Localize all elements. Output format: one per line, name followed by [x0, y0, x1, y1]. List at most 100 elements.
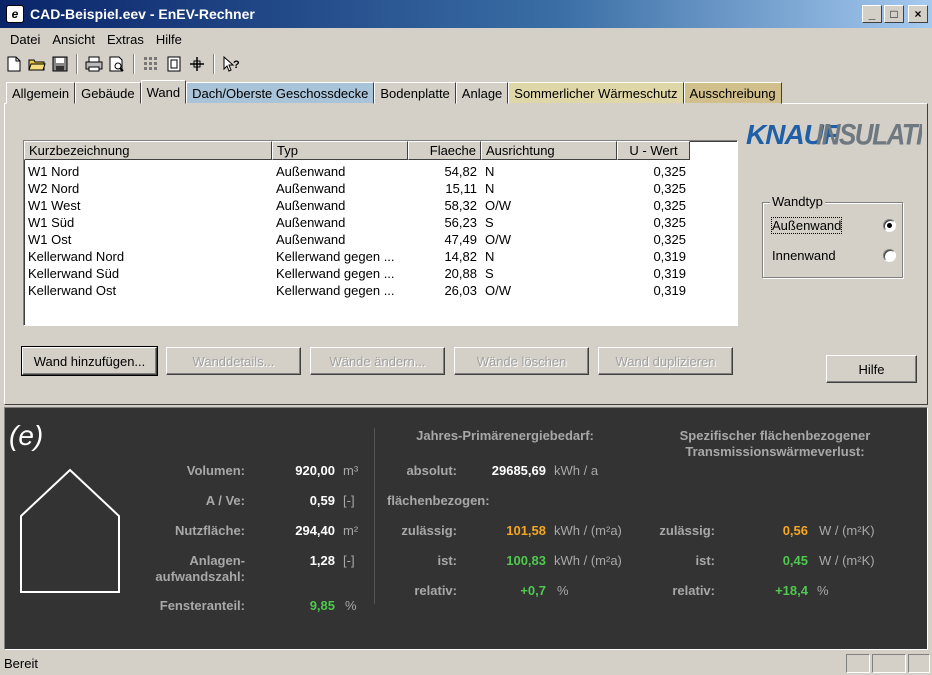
wandtyp-legend: Wandtyp — [770, 194, 825, 209]
column-kurzbezeichnung[interactable]: Kurzbezeichnung — [24, 141, 272, 160]
trans-zulaessig-unit: W / (m²K) — [819, 523, 875, 538]
app-icon[interactable]: e — [6, 5, 24, 23]
change-walls-button[interactable]: Wände ändern... — [310, 347, 445, 375]
cell-type: Außenwand — [276, 198, 346, 213]
radio-button-unchecked[interactable] — [883, 248, 896, 262]
trans-zulaessig-value: 0,56 — [782, 523, 808, 538]
tab-ausschreibung[interactable]: Ausschreibung — [683, 82, 782, 104]
list-body: W1 Nord Außenwand 54,82 N 0,325 W2 Nord … — [24, 160, 737, 299]
cell-type: Außenwand — [276, 232, 346, 247]
table-row[interactable]: W1 West Außenwand 58,32 O/W 0,325 — [24, 197, 737, 214]
cell-area: 14,82 — [444, 249, 477, 264]
fensteranteil-unit: % — [345, 598, 357, 613]
cell-name: W1 Süd — [28, 215, 75, 230]
frame-icon[interactable] — [164, 54, 184, 74]
table-row[interactable]: W1 Süd Außenwand 56,23 S 0,325 — [24, 214, 737, 231]
volumen-unit: m³ — [343, 463, 359, 478]
radio-button-checked[interactable] — [883, 218, 896, 232]
cell-name: W1 Nord — [28, 164, 80, 179]
primaer-ist-value: 100,83 — [506, 553, 546, 568]
print-preview-icon[interactable] — [107, 54, 127, 74]
duplicate-wall-button[interactable]: Wand duplizieren — [598, 347, 733, 375]
resize-grip[interactable] — [908, 654, 930, 673]
cell-name: W2 Nord — [28, 181, 80, 196]
column-typ[interactable]: Typ — [272, 141, 408, 160]
radio-aussenwand[interactable]: Außenwand — [770, 216, 896, 234]
trans-relativ-value: +18,4 — [775, 583, 808, 598]
menu-hilfe[interactable]: Hilfe — [150, 32, 188, 47]
cell-name: Kellerwand Ost — [28, 283, 117, 298]
transmission-heading: Spezifischer flächenbezogener Transmissi… — [679, 428, 871, 459]
volumen-value: 920,00 — [295, 463, 335, 478]
column-ausrichtung[interactable]: Ausrichtung — [481, 141, 617, 160]
radio-innenwand[interactable]: Innenwand — [772, 246, 896, 264]
tab-sommerlicher-waermeschutz[interactable]: Sommerlicher Wärmeschutz — [508, 82, 684, 104]
nutzflaeche-value: 294,40 — [295, 523, 335, 538]
window-title: CAD-Beispiel.eev - EnEV-Rechner — [30, 6, 255, 22]
menu-datei[interactable]: Datei — [4, 32, 46, 47]
table-row[interactable]: W2 Nord Außenwand 15,11 N 0,325 — [24, 180, 737, 197]
wall-details-button[interactable]: Wanddetails... — [166, 347, 301, 375]
cell-type: Kellerwand gegen ... — [276, 249, 395, 264]
tab-allgemein[interactable]: Allgemein — [6, 82, 76, 104]
wall-list[interactable]: Kurzbezeichnung Typ Flaeche Ausrichtung … — [23, 140, 738, 326]
cell-name: Kellerwand Nord — [28, 249, 125, 264]
primaer-ist-label: ist: — [437, 553, 458, 568]
trans-ist-unit: W / (m²K) — [819, 553, 875, 568]
table-row[interactable]: Kellerwand Nord Kellerwand gegen ... 14,… — [24, 248, 737, 265]
primaer-zulaessig-value: 101,58 — [506, 523, 546, 538]
cell-area: 54,82 — [444, 164, 477, 179]
grid-icon[interactable] — [141, 54, 161, 74]
column-flaeche[interactable]: Flaeche — [408, 141, 481, 160]
new-file-icon[interactable] — [4, 54, 24, 74]
tab-bodenplatte[interactable]: Bodenplatte — [374, 82, 456, 104]
cell-name: W1 Ost — [28, 232, 72, 247]
print-icon[interactable] — [84, 54, 104, 74]
help-button[interactable]: Hilfe — [826, 355, 917, 383]
menu-ansicht[interactable]: Ansicht — [46, 32, 101, 47]
trans-relativ-unit: % — [817, 583, 829, 598]
minimize-button[interactable]: _ — [862, 5, 882, 23]
cell-orientation: O/W — [485, 232, 511, 247]
summary-panel: (e) Volumen: 920,00 m³ A / Ve: 0,59 [-] … — [4, 407, 928, 650]
table-row[interactable]: W1 Ost Außenwand 47,49 O/W 0,325 — [24, 231, 737, 248]
status-pane — [872, 654, 906, 673]
title-bar[interactable]: e CAD-Beispiel.eev - EnEV-Rechner _ □ × — [0, 0, 932, 28]
toolbar-separator — [213, 54, 215, 74]
table-row[interactable]: Kellerwand Ost Kellerwand gegen ... 26,0… — [24, 282, 737, 299]
cell-type: Außenwand — [276, 164, 346, 179]
close-button[interactable]: × — [908, 5, 928, 23]
tab-dach[interactable]: Dach/Oberste Geschossdecke — [186, 82, 375, 104]
cell-u-value: 0,325 — [653, 215, 686, 230]
primaerenergie-heading: Jahres-Primärenergiebedarf: — [416, 428, 594, 443]
volumen-label: Volumen: — [186, 463, 245, 478]
table-row[interactable]: Kellerwand Süd Kellerwand gegen ... 20,8… — [24, 265, 737, 282]
ave-value: 0,59 — [309, 493, 335, 508]
primaer-relativ-unit: % — [557, 583, 569, 598]
absolut-unit: kWh / a — [554, 463, 599, 478]
toolbar: ? — [4, 52, 241, 76]
tab-anlage[interactable]: Anlage — [455, 82, 509, 104]
cell-name: Kellerwand Süd — [28, 266, 120, 281]
cell-orientation: S — [485, 266, 494, 281]
status-pane — [846, 654, 870, 673]
add-wall-button[interactable]: Wand hinzufügen... — [21, 346, 158, 376]
table-row[interactable]: W1 Nord Außenwand 54,82 N 0,325 — [24, 163, 737, 180]
open-folder-icon[interactable] — [27, 54, 47, 74]
cell-area: 47,49 — [444, 232, 477, 247]
context-help-icon[interactable]: ? — [221, 54, 241, 74]
save-icon[interactable] — [50, 54, 70, 74]
menu-extras[interactable]: Extras — [101, 32, 150, 47]
maximize-button[interactable]: □ — [884, 5, 904, 23]
cell-type: Außenwand — [276, 215, 346, 230]
tab-wand[interactable]: Wand — [140, 80, 187, 104]
column-u-wert[interactable]: U - Wert — [617, 141, 690, 160]
crosshair-icon[interactable] — [187, 54, 207, 74]
cell-u-value: 0,319 — [653, 266, 686, 281]
tab-gebaeude[interactable]: Gebäude — [75, 82, 141, 104]
cell-orientation: O/W — [485, 283, 511, 298]
absolut-label: absolut: — [406, 463, 457, 478]
wandtyp-group: Wandtyp Außenwand Innenwand — [762, 194, 903, 278]
cell-u-value: 0,325 — [653, 198, 686, 213]
delete-walls-button[interactable]: Wände löschen — [454, 347, 589, 375]
